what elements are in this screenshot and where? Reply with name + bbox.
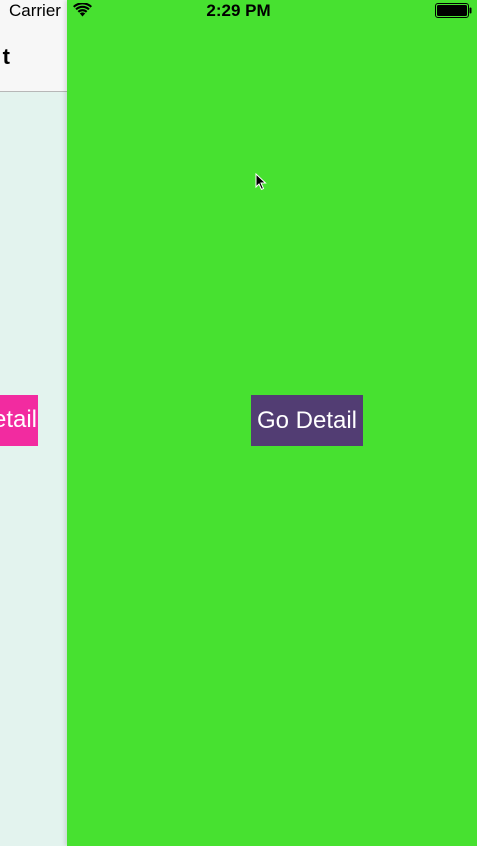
battery-icon (435, 3, 472, 18)
go-detail-button[interactable]: Go Detail (251, 395, 363, 446)
previous-go-detail-label: etail (0, 406, 37, 433)
previous-go-detail-button[interactable]: etail (0, 395, 38, 446)
detail-view: Go Detail (67, 0, 477, 846)
previous-nav-title: t (2, 44, 10, 69)
status-time: 2:29 PM (206, 1, 271, 20)
app-screen: t etail Go Detail Carrier 2:29 PM (0, 0, 477, 846)
previous-view: t etail (0, 0, 67, 846)
mouse-pointer-icon (255, 173, 267, 191)
status-bar: Carrier 2:29 PM (0, 0, 477, 22)
